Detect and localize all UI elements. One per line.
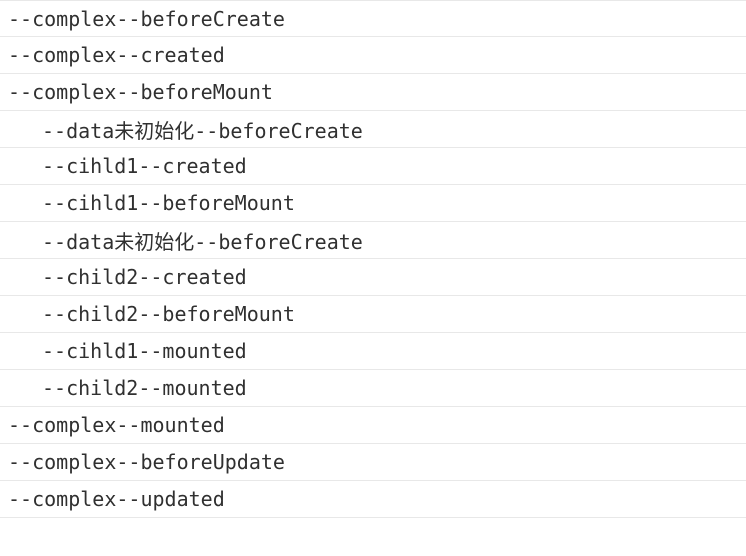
console-log-list: --complex--beforeCreate --complex--creat… (0, 0, 746, 518)
log-text: --data未初始化--beforeCreate (42, 115, 363, 144)
log-text: --complex--mounted (8, 413, 225, 437)
log-row: --complex--beforeMount (0, 74, 746, 111)
log-row: --cihld1--mounted (0, 333, 746, 370)
log-row: --data未初始化--beforeCreate (0, 111, 746, 148)
log-text: --data未初始化--beforeCreate (42, 226, 363, 255)
log-text: --cihld1--mounted (42, 339, 247, 363)
log-row: --cihld1--created (0, 148, 746, 185)
log-row: --child2--mounted (0, 370, 746, 407)
log-row: --child2--beforeMount (0, 296, 746, 333)
log-row: --complex--mounted (0, 407, 746, 444)
log-text: --cihld1--created (42, 154, 247, 178)
log-text: --complex--beforeCreate (8, 7, 285, 31)
log-text: --child2--beforeMount (42, 302, 295, 326)
log-text: --complex--created (8, 43, 225, 67)
log-row: --complex--created (0, 37, 746, 74)
log-row: --complex--beforeCreate (0, 0, 746, 37)
log-row: --cihld1--beforeMount (0, 185, 746, 222)
log-text: --complex--updated (8, 487, 225, 511)
log-row: --complex--updated (0, 481, 746, 518)
log-text: --child2--created (42, 265, 247, 289)
log-text: --complex--beforeUpdate (8, 450, 285, 474)
log-row: --complex--beforeUpdate (0, 444, 746, 481)
log-text: --complex--beforeMount (8, 80, 273, 104)
log-text: --child2--mounted (42, 376, 247, 400)
log-row: --data未初始化--beforeCreate (0, 222, 746, 259)
log-row: --child2--created (0, 259, 746, 296)
log-text: --cihld1--beforeMount (42, 191, 295, 215)
